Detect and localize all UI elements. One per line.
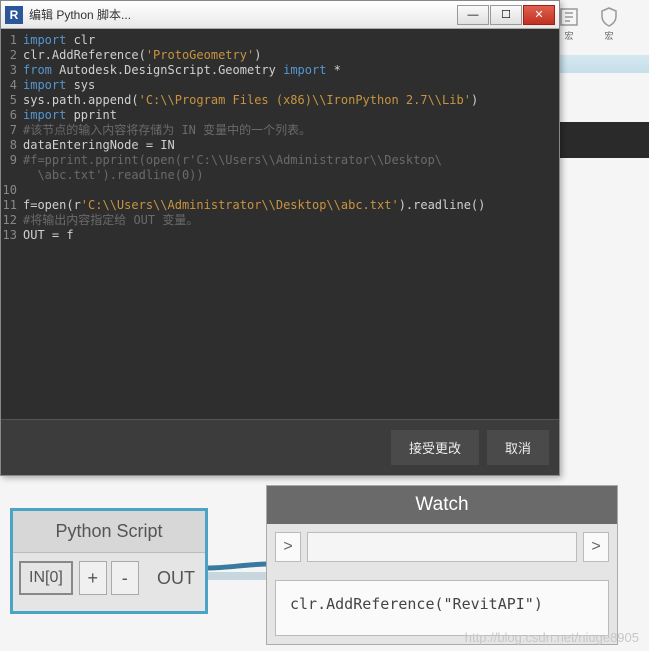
- line-number: 9: [1, 153, 23, 168]
- line-number: 13: [1, 228, 23, 243]
- dark-bar: [560, 122, 649, 158]
- ribbon-label: 宏: [564, 29, 573, 42]
- line-number: 8: [1, 138, 23, 153]
- line-number: [1, 168, 23, 183]
- python-script-node[interactable]: Python Script IN[0] + - OUT: [10, 508, 208, 614]
- line-number: 10: [1, 183, 23, 198]
- code-line[interactable]: 3from Autodesk.DesignScript.Geometry imp…: [1, 63, 559, 78]
- line-code[interactable]: #f=pprint.pprint(open(r'C:\\Users\\Admin…: [23, 153, 442, 168]
- output-port-chevron[interactable]: >: [583, 532, 609, 562]
- maximize-button[interactable]: ☐: [490, 5, 522, 25]
- line-code[interactable]: import clr: [23, 33, 95, 48]
- code-editor[interactable]: 1import clr2clr.AddReference('ProtoGeome…: [1, 29, 559, 419]
- code-line[interactable]: 2clr.AddReference('ProtoGeometry'): [1, 48, 559, 63]
- code-line[interactable]: 6import pprint: [1, 108, 559, 123]
- code-line[interactable]: 13OUT = f: [1, 228, 559, 243]
- code-line[interactable]: \abc.txt').readline(0)): [1, 168, 559, 183]
- watch-node[interactable]: Watch > > clr.AddReference("RevitAPI"): [266, 485, 618, 645]
- line-code[interactable]: \abc.txt').readline(0)): [23, 168, 204, 183]
- remove-input-button[interactable]: -: [111, 561, 139, 595]
- code-line[interactable]: 11f=open(r'C:\\Users\\Administrator\\Des…: [1, 198, 559, 213]
- code-line[interactable]: 10: [1, 183, 559, 198]
- code-line[interactable]: 4import sys: [1, 78, 559, 93]
- connection-wire: [208, 558, 270, 598]
- line-code[interactable]: f=open(r'C:\\Users\\Administrator\\Deskt…: [23, 198, 485, 213]
- code-line[interactable]: 7#该节点的输入内容将存储为 IN 变量中的一个列表。: [1, 123, 559, 138]
- line-code[interactable]: dataEnteringNode = IN: [23, 138, 175, 153]
- line-code[interactable]: clr.AddReference('ProtoGeometry'): [23, 48, 261, 63]
- line-code[interactable]: OUT = f: [23, 228, 74, 243]
- line-number: 7: [1, 123, 23, 138]
- line-number: 3: [1, 63, 23, 78]
- line-number: 11: [1, 198, 23, 213]
- line-number: 4: [1, 78, 23, 93]
- titlebar[interactable]: R 编辑 Python 脚本... — ☐ ✕: [1, 1, 559, 29]
- line-code[interactable]: #将输出内容指定给 OUT 变量。: [23, 213, 198, 228]
- code-line[interactable]: 12#将输出内容指定给 OUT 变量。: [1, 213, 559, 228]
- app-icon: R: [5, 6, 23, 24]
- input-port-chevron[interactable]: >: [275, 532, 301, 562]
- line-number: 12: [1, 213, 23, 228]
- security-icon: 宏: [594, 5, 624, 45]
- code-line[interactable]: 1import clr: [1, 33, 559, 48]
- ribbon-label: 宏: [604, 29, 613, 42]
- python-editor-window: R 编辑 Python 脚本... — ☐ ✕ 1import clr2clr.…: [0, 0, 560, 476]
- cancel-button[interactable]: 取消: [487, 430, 549, 465]
- line-number: 2: [1, 48, 23, 63]
- window-title: 编辑 Python 脚本...: [29, 6, 456, 23]
- watch-value: clr.AddReference("RevitAPI"): [275, 580, 609, 636]
- close-button[interactable]: ✕: [523, 5, 555, 25]
- line-code[interactable]: #该节点的输入内容将存储为 IN 变量中的一个列表。: [23, 123, 311, 138]
- line-code[interactable]: sys.path.append('C:\\Program Files (x86)…: [23, 93, 478, 108]
- output-port[interactable]: OUT: [157, 568, 199, 589]
- node-title: Watch: [267, 486, 617, 524]
- minimize-button[interactable]: —: [457, 5, 489, 25]
- node-title: Python Script: [13, 511, 205, 553]
- line-number: 6: [1, 108, 23, 123]
- watch-input-field: [307, 532, 577, 562]
- line-code[interactable]: from Autodesk.DesignScript.Geometry impo…: [23, 63, 341, 78]
- line-code[interactable]: import pprint: [23, 108, 117, 123]
- input-port[interactable]: IN[0]: [19, 561, 73, 595]
- editor-footer: 接受更改 取消: [1, 419, 559, 475]
- code-line[interactable]: 9#f=pprint.pprint(open(r'C:\\Users\\Admi…: [1, 153, 559, 168]
- line-number: 5: [1, 93, 23, 108]
- code-line[interactable]: 5sys.path.append('C:\\Program Files (x86…: [1, 93, 559, 108]
- line-number: 1: [1, 33, 23, 48]
- code-line[interactable]: 8dataEnteringNode = IN: [1, 138, 559, 153]
- accept-button[interactable]: 接受更改: [391, 430, 479, 465]
- add-input-button[interactable]: +: [79, 561, 107, 595]
- watermark: http://blog.csdn.net/niuge8905: [465, 630, 639, 645]
- line-code[interactable]: import sys: [23, 78, 95, 93]
